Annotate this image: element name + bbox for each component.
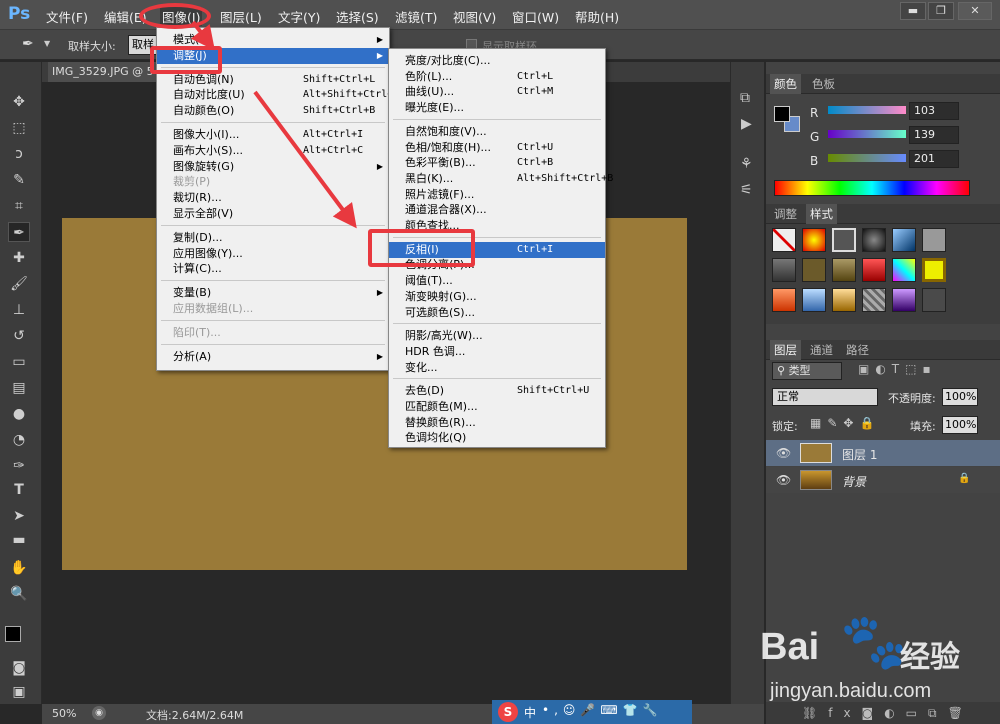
ime-mode[interactable]: 中 — [524, 704, 536, 721]
watermark-brand-suffix: 经验 — [900, 640, 960, 675]
ime-toolbar[interactable]: S 中 •,☺🎤⌨👕🔧 — [492, 700, 692, 724]
color-fg-swatch[interactable] — [774, 106, 790, 122]
watermark-brand: Bai — [760, 626, 820, 668]
paw-icon: 🐾 — [840, 610, 908, 673]
watermark-url: jingyan.baidu.com — [770, 680, 932, 702]
ime-logo-icon: S — [498, 702, 518, 722]
ime-icons[interactable]: •,☺🎤⌨👕🔧 — [542, 703, 663, 717]
watermark: Bai 🐾 经验 jingyan.baidu.com — [760, 610, 1000, 720]
